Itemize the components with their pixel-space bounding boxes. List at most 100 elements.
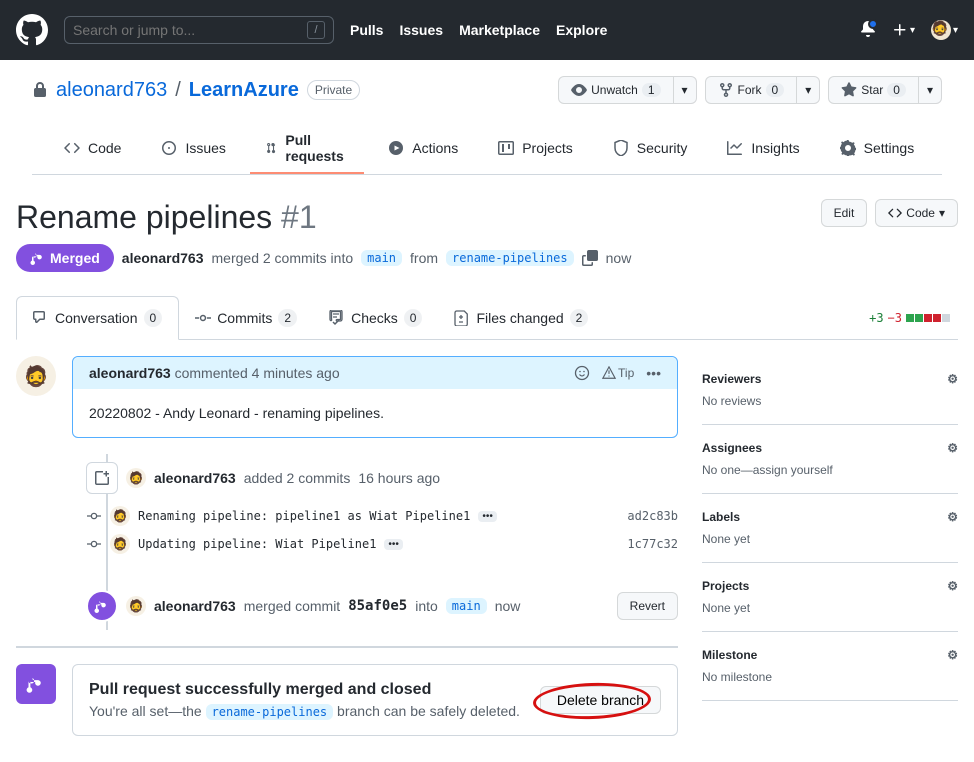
pr-merged-time: now	[606, 250, 632, 266]
user-menu[interactable]: 🧔 ▾	[931, 20, 958, 40]
expand-icon[interactable]: •••	[478, 511, 497, 522]
push-icon	[86, 462, 118, 494]
code-icon	[888, 206, 902, 220]
pr-author[interactable]: aleonard763	[122, 250, 204, 266]
comment-time[interactable]: 4 minutes ago	[252, 365, 340, 381]
merge-status-title: Pull request successfully merged and clo…	[89, 681, 520, 699]
repo-owner-link[interactable]: aleonard763	[56, 79, 167, 102]
notifications-icon[interactable]	[860, 21, 876, 40]
expand-icon[interactable]: •••	[384, 539, 403, 550]
commit-sha[interactable]: 1c77c32	[627, 537, 678, 551]
global-nav: Pulls Issues Marketplace Explore	[350, 22, 607, 38]
commit-dot-icon	[87, 537, 101, 551]
unwatch-button[interactable]: Unwatch 1	[558, 76, 673, 104]
tab-code[interactable]: Code	[48, 124, 137, 174]
edit-button[interactable]: Edit	[821, 199, 868, 227]
global-header: / Pulls Issues Marketplace Explore ▾ 🧔 ▾	[0, 0, 974, 60]
create-new-dropdown[interactable]: ▾	[892, 22, 915, 38]
comment-author[interactable]: aleonard763	[89, 365, 171, 381]
tab-insights[interactable]: Insights	[711, 124, 815, 174]
base-branch[interactable]: main	[361, 250, 402, 266]
nav-pulls[interactable]: Pulls	[350, 22, 383, 38]
graph-icon	[727, 140, 743, 156]
tab-settings[interactable]: Settings	[824, 124, 931, 174]
breadcrumb-separator: /	[175, 79, 181, 102]
star-dropdown[interactable]: ▾	[919, 76, 942, 104]
nav-explore[interactable]: Explore	[556, 22, 607, 38]
smiley-icon[interactable]	[574, 365, 590, 381]
revert-button[interactable]: Revert	[617, 592, 678, 620]
tab-projects[interactable]: Projects	[482, 124, 589, 174]
files-count: 2	[570, 309, 589, 327]
tab-checks[interactable]: Checks 0	[313, 297, 438, 339]
merged-author[interactable]: aleonard763	[154, 598, 236, 614]
pr-meta-text: merged 2 commits into	[212, 250, 354, 266]
eye-icon	[571, 82, 587, 98]
play-icon	[388, 140, 404, 156]
nav-marketplace[interactable]: Marketplace	[459, 22, 540, 38]
commit-avatar[interactable]: 🧔	[110, 506, 130, 526]
unwatch-dropdown[interactable]: ▾	[674, 76, 697, 104]
tab-actions[interactable]: Actions	[372, 124, 474, 174]
tab-conversation[interactable]: Conversation 0	[16, 296, 179, 340]
search-box[interactable]: /	[64, 16, 334, 44]
github-logo-icon[interactable]	[16, 14, 48, 46]
nav-issues[interactable]: Issues	[399, 22, 443, 38]
merged-sha[interactable]: 85af0e5	[348, 598, 407, 614]
file-diff-icon	[454, 310, 470, 326]
diff-stat: +3 −3	[869, 311, 958, 325]
gear-icon[interactable]: ⚙	[947, 648, 958, 662]
fork-icon	[718, 82, 734, 98]
event-author[interactable]: aleonard763	[154, 470, 236, 486]
fork-count: 0	[766, 83, 785, 97]
star-icon	[841, 82, 857, 98]
merged-branch[interactable]: main	[446, 598, 487, 614]
event-time[interactable]: 16 hours ago	[358, 470, 440, 486]
merged-time: now	[495, 598, 521, 614]
assign-yourself-link[interactable]: assign yourself	[753, 463, 833, 477]
tab-issues[interactable]: Issues	[145, 124, 241, 174]
tip-badge[interactable]: Tip	[602, 366, 634, 380]
fork-dropdown[interactable]: ▾	[797, 76, 820, 104]
head-branch[interactable]: rename-pipelines	[446, 250, 574, 266]
commit-message[interactable]: Updating pipeline: Wiat Pipeline1	[138, 537, 376, 551]
tab-files-changed[interactable]: Files changed 2	[438, 297, 604, 339]
checks-count: 0	[404, 309, 423, 327]
tab-pull-requests[interactable]: Pull requests	[250, 124, 364, 174]
fork-button[interactable]: Fork 0	[705, 76, 798, 104]
delete-branch-button[interactable]: Delete branch	[540, 686, 661, 714]
search-input[interactable]	[73, 22, 307, 38]
milestone-label: Milestone	[702, 648, 757, 662]
merge-status-desc: You're all set—the rename-pipelines bran…	[89, 703, 520, 719]
gear-icon[interactable]: ⚙	[947, 579, 958, 593]
star-button[interactable]: Star 0	[828, 76, 919, 104]
copy-icon[interactable]	[582, 250, 598, 266]
commit-sha[interactable]: ad2c83b	[627, 509, 678, 523]
shield-icon	[613, 140, 629, 156]
pr-number: #1	[281, 199, 317, 235]
projects-value: None yet	[702, 601, 958, 615]
gear-icon[interactable]: ⚙	[947, 372, 958, 386]
commit-dot-icon	[87, 509, 101, 523]
event-avatar[interactable]: 🧔	[126, 468, 146, 488]
commit-avatar[interactable]: 🧔	[110, 534, 130, 554]
projects-label: Projects	[702, 579, 749, 593]
tab-security[interactable]: Security	[597, 124, 704, 174]
kebab-menu-icon[interactable]: •••	[646, 365, 661, 381]
event-avatar[interactable]: 🧔	[126, 596, 146, 616]
milestone-value: No milestone	[702, 670, 958, 684]
tab-commits[interactable]: Commits 2	[179, 297, 313, 339]
comment-author-avatar[interactable]: 🧔	[16, 356, 56, 396]
gear-icon[interactable]: ⚙	[947, 510, 958, 524]
conversation-count: 0	[144, 309, 163, 327]
search-slash-hint: /	[307, 21, 325, 39]
gear-icon	[840, 140, 856, 156]
labels-value: None yet	[702, 532, 958, 546]
code-dropdown-button[interactable]: Code ▾	[875, 199, 958, 227]
project-icon	[498, 140, 514, 156]
commit-message[interactable]: Renaming pipeline: pipeline1 as Wiat Pip…	[138, 509, 470, 523]
commit-row: 🧔 Updating pipeline: Wiat Pipeline1 ••• …	[16, 530, 678, 558]
gear-icon[interactable]: ⚙	[947, 441, 958, 455]
repo-header: aleonard763 / LearnAzure Private Unwatch…	[0, 60, 974, 175]
repo-name-link[interactable]: LearnAzure	[189, 79, 299, 102]
